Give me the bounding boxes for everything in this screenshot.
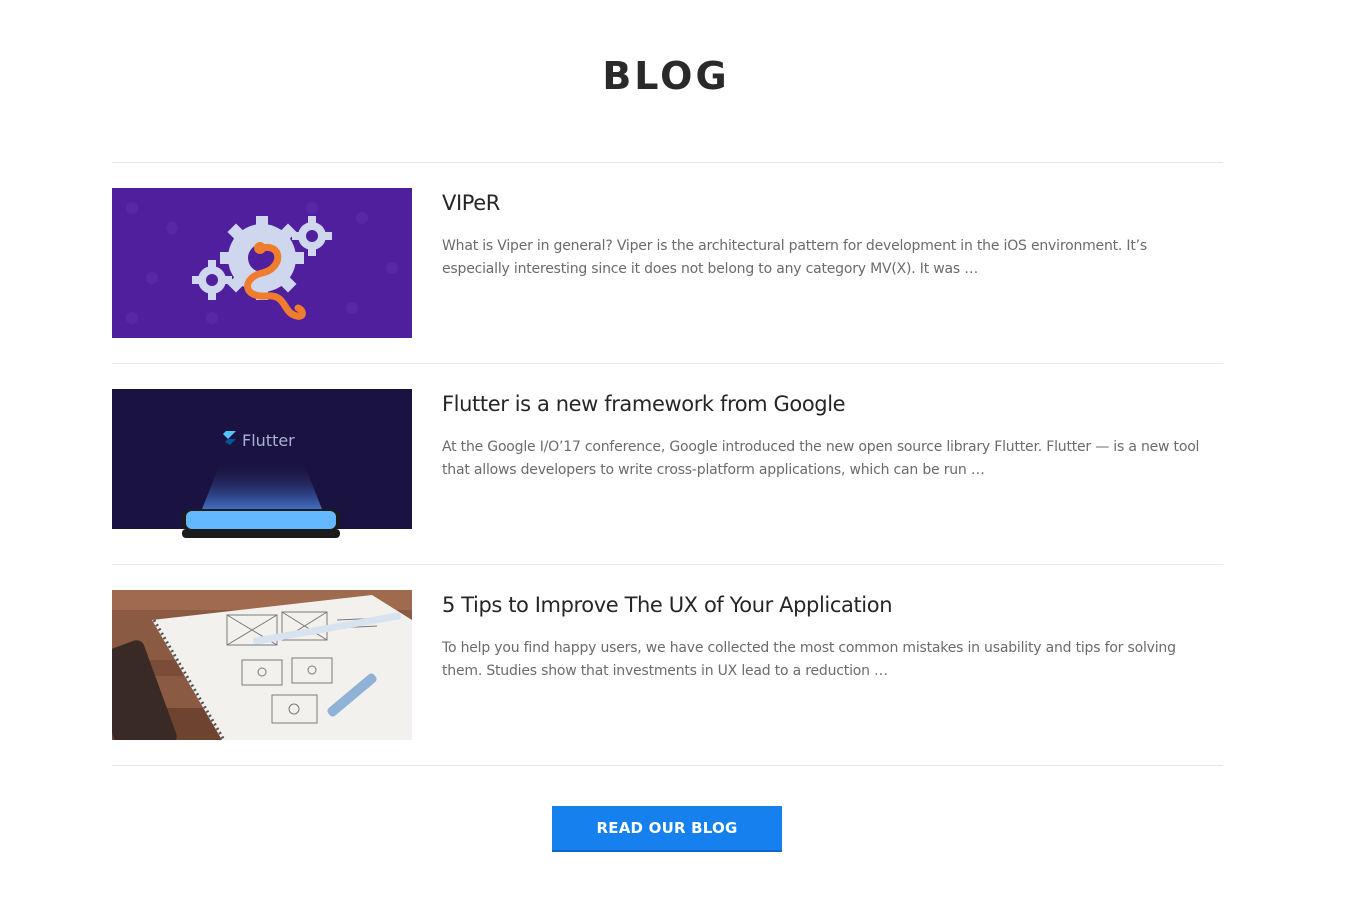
post-body: Flutter is a new framework from Google A…	[442, 390, 1212, 482]
gears-snake-icon	[112, 188, 412, 338]
post-excerpt: At the Google I/O’17 conference, Google …	[442, 439, 1200, 478]
post-title-link[interactable]: VIPeR	[442, 189, 1212, 217]
wireframe-sketch-icon	[112, 590, 412, 740]
post-item: 5 Tips to Improve The UX of Your Applica…	[112, 564, 1223, 766]
post-excerpt: To help you find happy users, we have co…	[442, 640, 1176, 679]
flutter-phone-icon: Flutter	[112, 389, 412, 539]
post-thumbnail-flutter[interactable]: Flutter	[112, 389, 412, 539]
post-excerpt: What is Viper in general? Viper is the a…	[442, 238, 1147, 277]
section-title: BLOG	[602, 54, 730, 98]
post-title-link[interactable]: Flutter is a new framework from Google	[442, 390, 1212, 418]
read-our-blog-button[interactable]: READ OUR BLOG	[552, 806, 782, 852]
post-list: VIPeR What is Viper in general? Viper is…	[112, 162, 1223, 766]
post-title-link[interactable]: 5 Tips to Improve The UX of Your Applica…	[442, 591, 1212, 619]
post-item: Flutter Flutter is a new framework from …	[112, 363, 1223, 564]
flutter-logo-text: Flutter	[242, 431, 295, 450]
post-thumbnail-viper[interactable]	[112, 188, 412, 338]
post-body: VIPeR What is Viper in general? Viper is…	[442, 189, 1212, 281]
post-thumbnail-ux[interactable]	[112, 590, 412, 740]
blog-section: BLOG VIPeR What is Viper in general? Vip…	[0, 0, 1362, 905]
post-item: VIPeR What is Viper in general? Viper is…	[112, 162, 1223, 363]
post-body: 5 Tips to Improve The UX of Your Applica…	[442, 591, 1212, 683]
